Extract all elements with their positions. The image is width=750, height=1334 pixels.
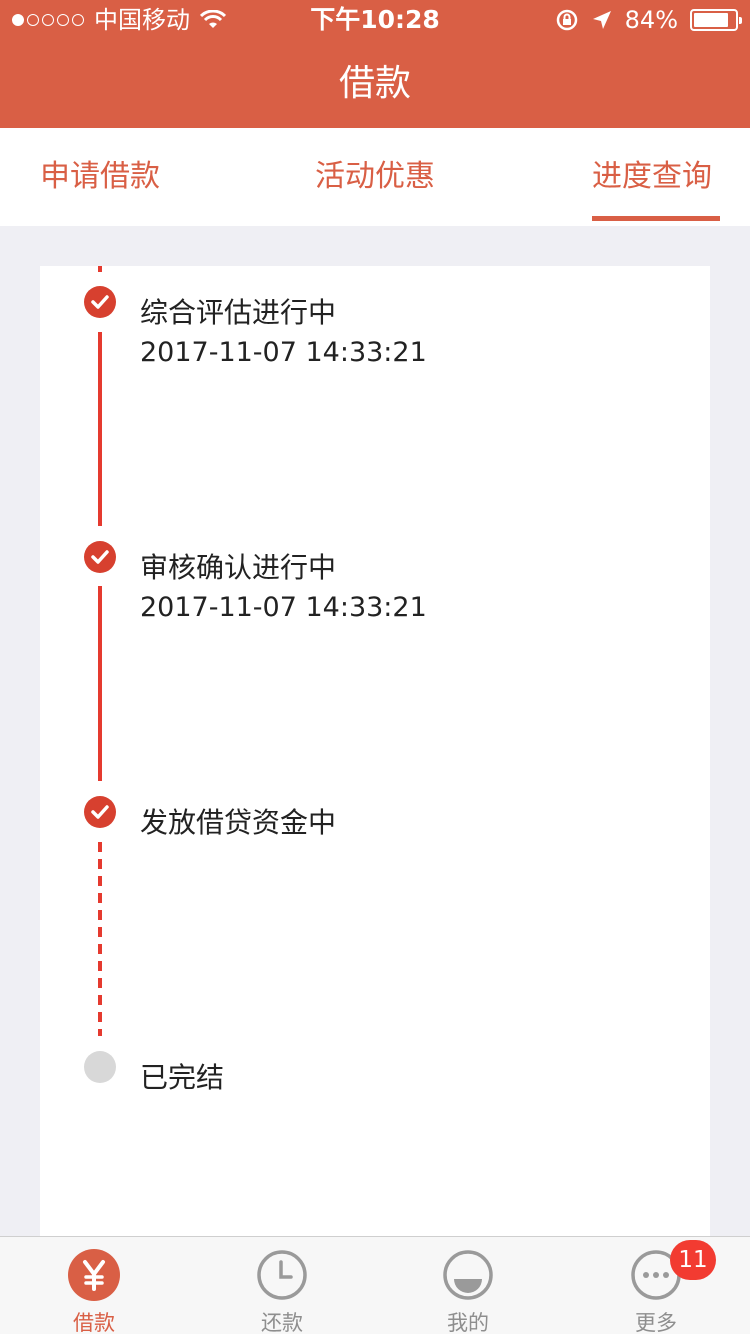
- battery-icon: [690, 9, 742, 31]
- location-arrow-icon: [592, 11, 611, 29]
- profile-icon: [443, 1250, 493, 1300]
- tabbar-item-borrow[interactable]: 借款: [0, 1237, 188, 1334]
- check-icon: [84, 796, 116, 828]
- step-time: 2017-11-07 14:33:21: [140, 592, 427, 623]
- tabbar-item-repay[interactable]: 还款: [188, 1237, 376, 1334]
- battery-fill: [694, 13, 728, 27]
- timeline-connector: [98, 266, 102, 272]
- step-time: 2017-11-07 14:33:21: [140, 337, 427, 368]
- tab-progress-query[interactable]: 进度查询: [592, 128, 712, 226]
- bottom-tab-bar: 借款 还款 我的 更多: [0, 1236, 750, 1334]
- rotation-lock-icon: [556, 9, 577, 31]
- step-title: 审核确认进行中: [140, 551, 337, 584]
- progress-card: 综合评估进行中 2017-11-07 14:33:21 审核确认进行中 2017…: [40, 266, 710, 1246]
- status-bar: 中国移动 下午10:28 84%: [0, 0, 750, 40]
- tabbar-label: 借款: [73, 1311, 115, 1334]
- step-title: 已完结: [140, 1061, 225, 1094]
- tab-bar-top: 申请借款 活动优惠 进度查询: [0, 128, 750, 226]
- top-bar: 中国移动 下午10:28 84% 借款: [0, 0, 750, 128]
- active-tab-indicator: [592, 216, 720, 221]
- tabbar-item-more[interactable]: 更多: [562, 1237, 750, 1334]
- yen-icon: [68, 1249, 120, 1301]
- tabbar-label: 更多: [635, 1311, 677, 1334]
- tabbar-label: 我的: [447, 1311, 489, 1334]
- tabbar-item-mine[interactable]: 我的: [374, 1237, 562, 1334]
- timeline-connector-dashed: [98, 842, 102, 1036]
- check-icon: [84, 286, 116, 318]
- step-title: 发放借贷资金中: [140, 806, 337, 839]
- battery-percent: 84%: [624, 6, 678, 34]
- notification-badge: 11: [670, 1240, 716, 1280]
- check-icon: [84, 541, 116, 573]
- clock-icon: [257, 1250, 307, 1300]
- step-title: 综合评估进行中: [140, 296, 337, 329]
- timeline-connector: [98, 332, 102, 526]
- page-title: 借款: [338, 63, 411, 104]
- pending-dot-icon: [84, 1051, 116, 1083]
- tabbar-label: 还款: [261, 1311, 303, 1334]
- timeline-connector: [98, 586, 102, 781]
